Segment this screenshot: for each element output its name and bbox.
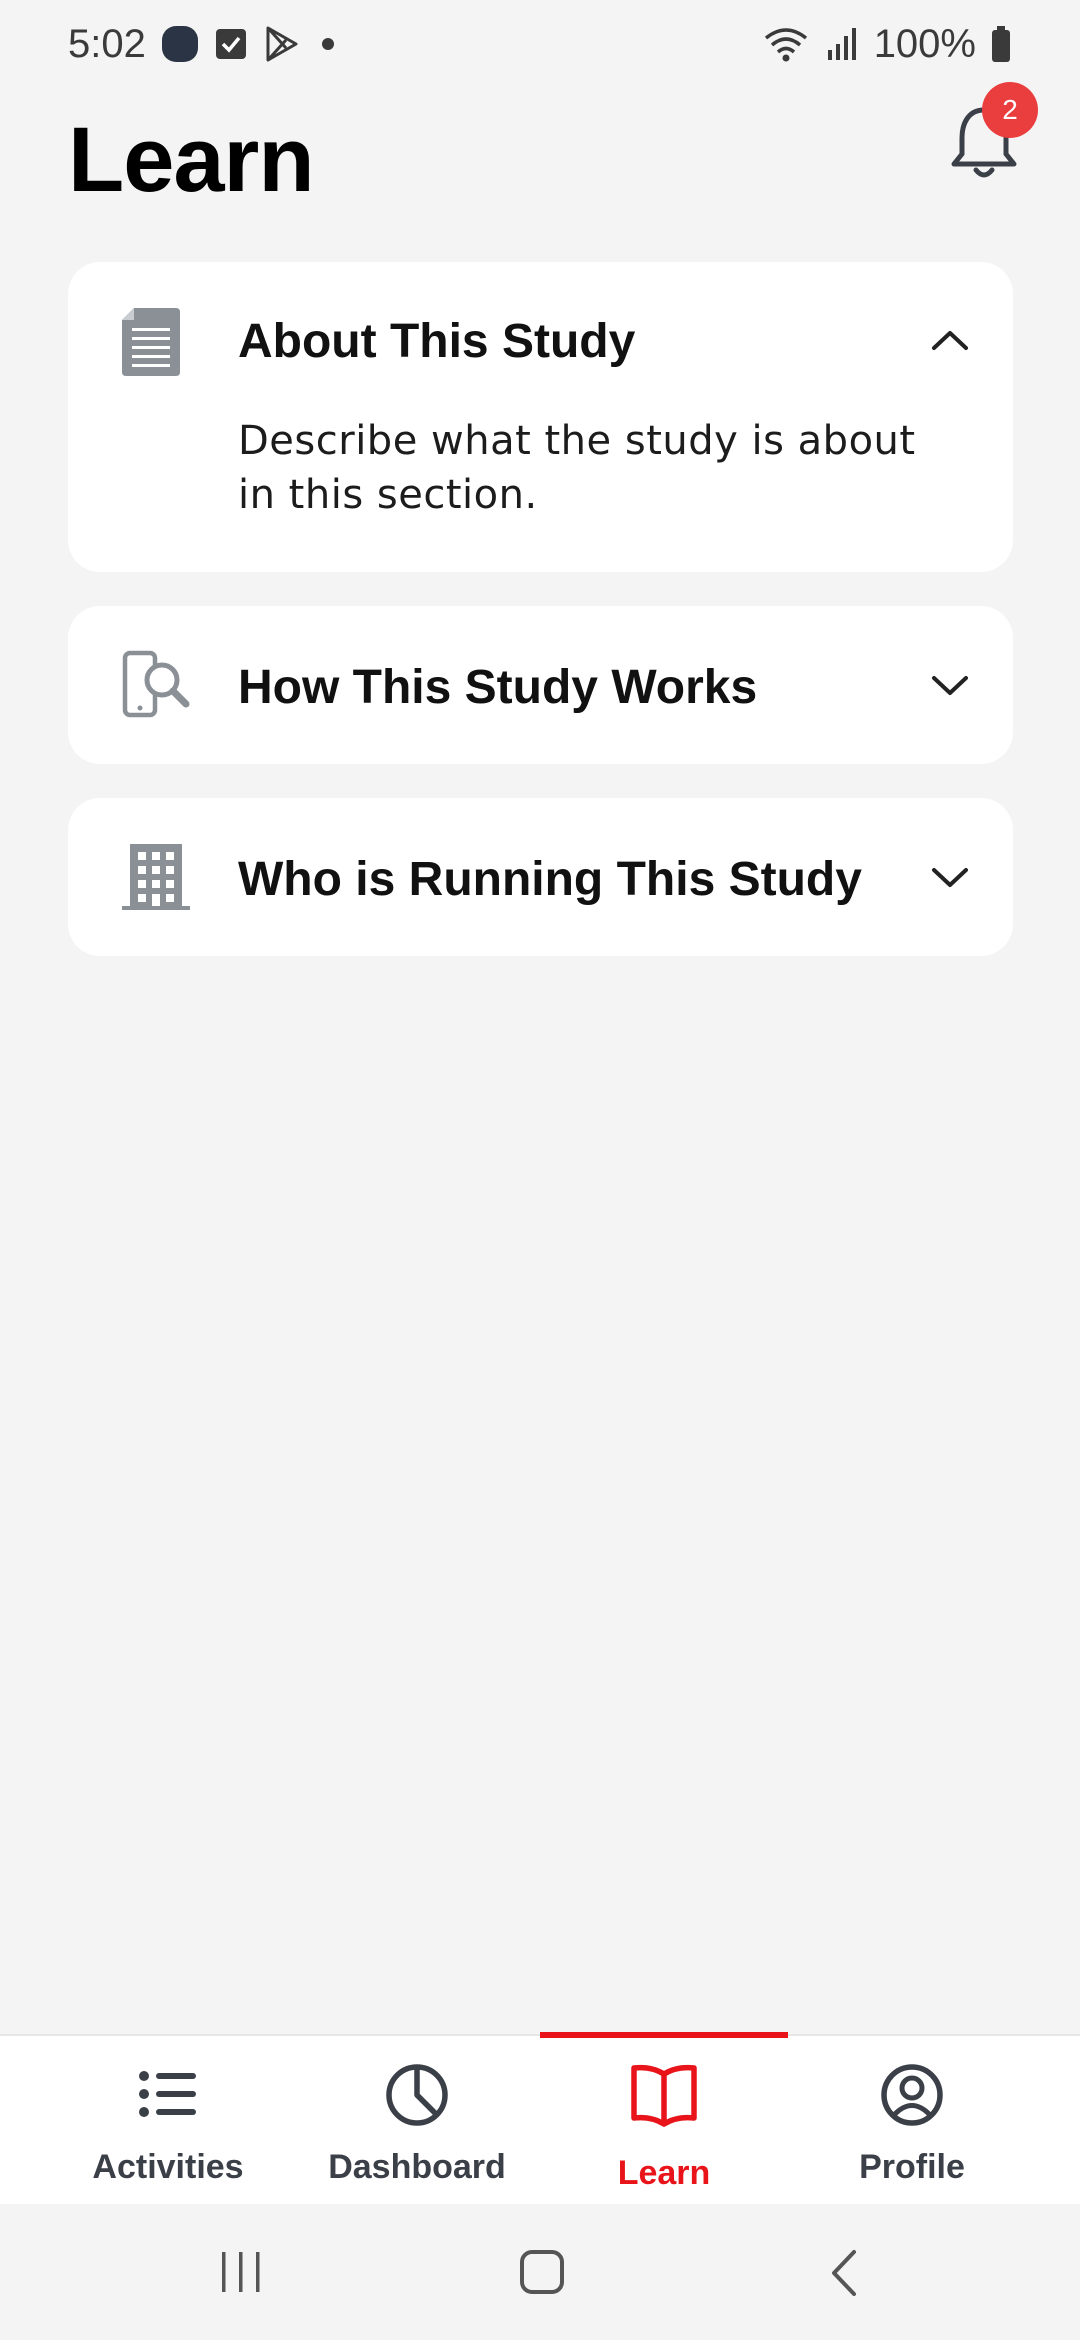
play-store-icon bbox=[262, 24, 302, 64]
nav-label: Profile bbox=[859, 2148, 965, 2186]
recent-apps-button[interactable] bbox=[218, 2248, 264, 2301]
checkbox-notification-icon bbox=[214, 27, 248, 61]
nav-item-learn[interactable]: Learn bbox=[540, 2036, 788, 2206]
app-notification-icon bbox=[160, 24, 200, 64]
signal-icon bbox=[824, 26, 860, 62]
status-bar: 5:02 100% bbox=[0, 0, 1080, 88]
chevron-down-icon[interactable] bbox=[930, 866, 970, 895]
list-icon bbox=[136, 2062, 200, 2131]
notification-badge: 2 bbox=[982, 82, 1038, 138]
pie-chart-icon bbox=[384, 2062, 450, 2133]
battery-percent: 100% bbox=[873, 21, 976, 66]
nav-label: Learn bbox=[617, 2154, 711, 2192]
section-title: About This Study bbox=[238, 315, 636, 368]
back-icon bbox=[832, 2250, 856, 2296]
status-time: 5:02 bbox=[68, 21, 146, 66]
nav-item-dashboard[interactable]: Dashboard bbox=[293, 2036, 541, 2206]
nav-label: Activities bbox=[92, 2148, 244, 2186]
dot-icon bbox=[316, 32, 340, 56]
section-who-running-study[interactable]: Who is Running This Study bbox=[68, 798, 1013, 956]
section-about-study: About This Study Describe what the study… bbox=[68, 262, 1013, 572]
nav-item-profile[interactable]: Profile bbox=[788, 2036, 1036, 2206]
page-title: Learn bbox=[68, 109, 315, 211]
section-title: How This Study Works bbox=[238, 661, 758, 714]
chevron-up-icon[interactable] bbox=[930, 328, 970, 357]
wifi-icon bbox=[762, 24, 810, 64]
document-icon bbox=[120, 306, 182, 383]
system-nav-bar bbox=[0, 2204, 1080, 2340]
bottom-nav: Activities Dashboard Learn Profile bbox=[0, 2032, 1080, 2206]
nav-item-activities[interactable]: Activities bbox=[44, 2036, 292, 2206]
status-left: 5:02 bbox=[68, 22, 340, 67]
building-icon bbox=[120, 842, 192, 917]
status-right: 100% bbox=[762, 22, 1012, 67]
book-icon bbox=[629, 2062, 699, 2133]
battery-icon bbox=[990, 25, 1012, 63]
recent-apps-icon bbox=[222, 2252, 260, 2292]
section-title: Who is Running This Study bbox=[238, 853, 862, 906]
section-how-study-works[interactable]: How This Study Works bbox=[68, 606, 1013, 764]
home-icon bbox=[520, 2250, 564, 2294]
home-button[interactable] bbox=[518, 2248, 566, 2301]
back-button[interactable] bbox=[826, 2248, 862, 2303]
phone-search-icon bbox=[122, 650, 192, 725]
section-body: Describe what the study is about in this… bbox=[238, 418, 916, 518]
nav-label: Dashboard bbox=[328, 2148, 506, 2186]
user-circle-icon bbox=[879, 2062, 945, 2133]
chevron-down-icon[interactable] bbox=[930, 674, 970, 703]
